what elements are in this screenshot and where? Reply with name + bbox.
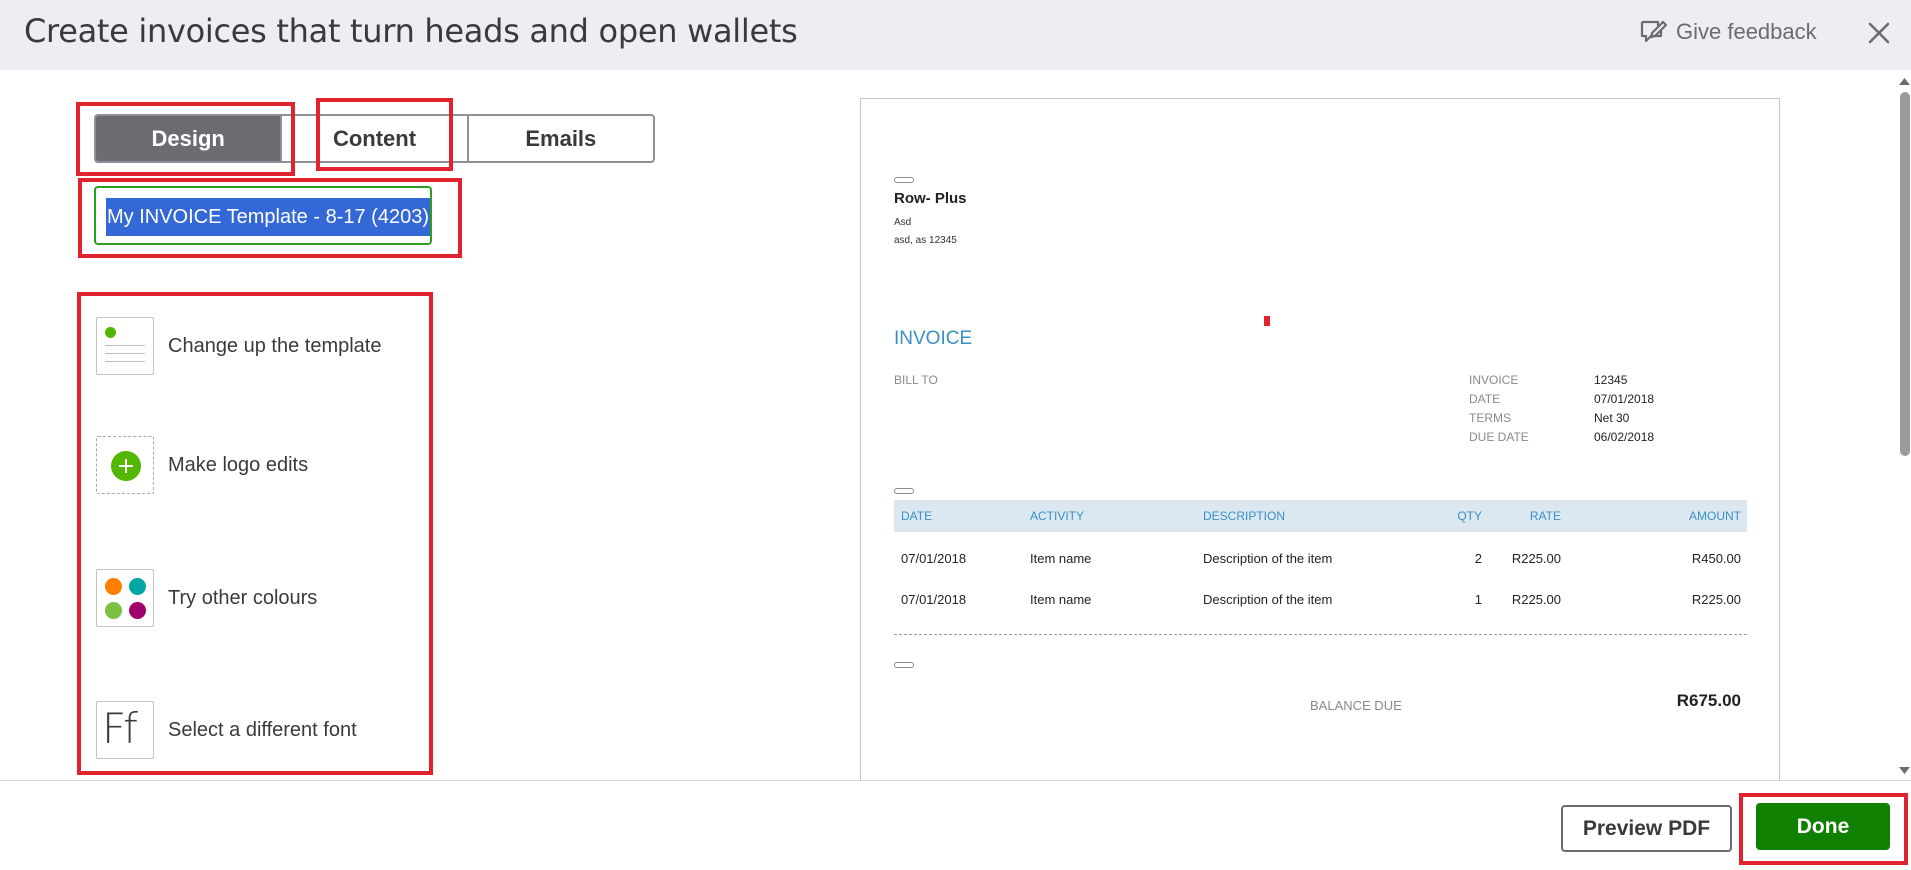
- invoice-number-label: INVOICE: [1469, 373, 1519, 387]
- change-template-option[interactable]: Change up the template: [96, 317, 382, 375]
- column-header-rate: RATE: [1529, 509, 1561, 523]
- font-glyph: Ff: [102, 704, 138, 753]
- add-logo-icon: [96, 436, 154, 494]
- font-icon: Ff: [96, 701, 154, 759]
- row2-activity: Item name: [1030, 592, 1092, 607]
- row2-qty: 1: [1474, 592, 1482, 607]
- font-label: Select a different font: [168, 718, 357, 741]
- column-header-amount: AMOUNT: [1689, 509, 1741, 523]
- logo-edits-option[interactable]: Make logo edits: [96, 436, 308, 494]
- feedback-label: Give feedback: [1676, 19, 1817, 44]
- cursor-marker: [1264, 316, 1270, 326]
- scrollbar-thumb[interactable]: [1900, 92, 1910, 456]
- column-header-description: DESCRIPTION: [1203, 509, 1286, 523]
- company-address-line1: Asd: [894, 217, 912, 228]
- invoice-due-date-value: 06/02/2018: [1594, 430, 1655, 444]
- tab-emails[interactable]: Emails: [466, 116, 653, 161]
- preview-pdf-button[interactable]: Preview PDF: [1561, 805, 1732, 852]
- row2-rate: R225.00: [1511, 592, 1561, 607]
- scroll-down-icon[interactable]: [1898, 765, 1911, 777]
- invoice-date-value: 07/01/2018: [1594, 392, 1655, 406]
- invoice-heading: INVOICE: [894, 328, 973, 349]
- invoice-number-value: 12345: [1594, 373, 1628, 387]
- logo-edits-label: Make logo edits: [168, 453, 309, 476]
- colours-label: Try other colours: [168, 586, 318, 609]
- editor-tabs: Design Content Emails: [94, 114, 655, 163]
- scroll-up-icon[interactable]: [1898, 75, 1911, 87]
- tab-design[interactable]: Design: [96, 116, 281, 161]
- row1-rate: R225.00: [1511, 551, 1561, 566]
- row1-date: 07/01/2018: [901, 551, 967, 566]
- invoice-terms-value: Net 30: [1594, 411, 1630, 425]
- balance-due-label: BALANCE DUE: [1310, 698, 1402, 713]
- row2-date: 07/01/2018: [901, 592, 967, 607]
- row1-activity: Item name: [1030, 551, 1092, 566]
- close-icon[interactable]: [1862, 16, 1896, 50]
- colours-option[interactable]: Try other colours: [96, 569, 317, 627]
- column-header-date: DATE: [901, 509, 933, 523]
- balance-due-value: R675.00: [1676, 691, 1741, 710]
- row1-qty: 2: [1474, 551, 1482, 566]
- modal-header: Create invoices that turn heads and open…: [0, 0, 1911, 70]
- row1-amount: R450.00: [1691, 551, 1741, 566]
- tab-content[interactable]: Content: [280, 116, 466, 161]
- bill-to-label: BILL TO: [894, 373, 938, 387]
- column-header-activity: ACTIVITY: [1030, 509, 1085, 523]
- change-template-label: Change up the template: [168, 334, 382, 357]
- invoice-due-date-label: DUE DATE: [1469, 430, 1529, 444]
- font-option[interactable]: Ff Select a different font: [96, 701, 357, 759]
- company-name: Row- Plus: [894, 190, 967, 207]
- row1-description: Description of the item: [1203, 551, 1333, 566]
- invoice-preview: Row- Plus Asd asd, as 12345 INVOICE BILL…: [860, 98, 1780, 798]
- template-icon: [96, 317, 154, 375]
- invoice-date-label: DATE: [1469, 392, 1501, 406]
- feedback-icon: [1640, 20, 1668, 43]
- row2-amount: R225.00: [1691, 592, 1741, 607]
- done-button[interactable]: Done: [1756, 803, 1890, 850]
- colour-palette-icon: [96, 569, 154, 627]
- footer-section-handle[interactable]: [894, 662, 914, 668]
- give-feedback-link[interactable]: Give feedback: [1638, 18, 1817, 46]
- logo-placeholder-handle[interactable]: [894, 177, 914, 183]
- row2-description: Description of the item: [1203, 592, 1333, 607]
- company-address-line2: asd, as 12345: [894, 235, 957, 246]
- page-title: Create invoices that turn heads and open…: [24, 12, 798, 50]
- template-name-input[interactable]: My INVOICE Template - 8-17 (4203): [94, 186, 432, 245]
- table-section-handle[interactable]: [894, 488, 914, 494]
- column-header-qty: QTY: [1457, 509, 1482, 523]
- table-divider: [894, 634, 1747, 635]
- table-header-row: [894, 500, 1747, 532]
- template-name-value: My INVOICE Template - 8-17 (4203): [106, 198, 430, 236]
- invoice-terms-label: TERMS: [1469, 411, 1511, 425]
